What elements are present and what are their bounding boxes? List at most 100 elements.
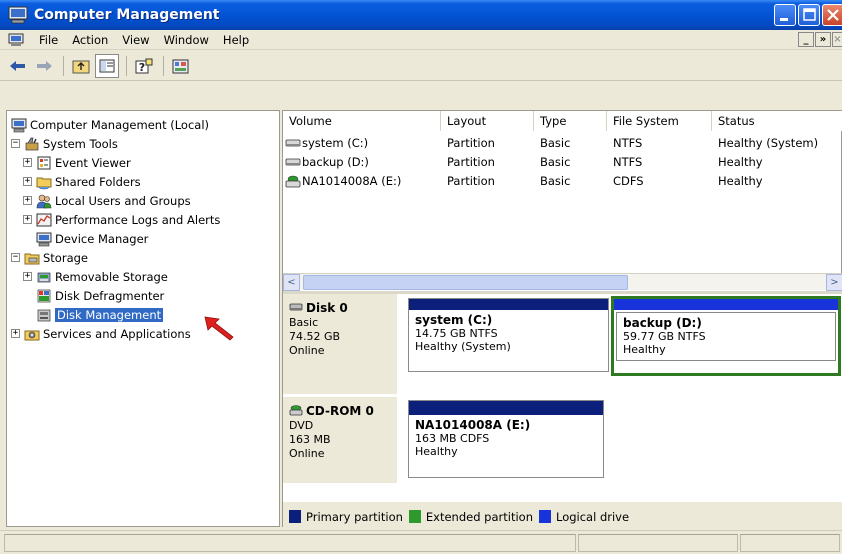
column-header-volume[interactable]: Volume [283,111,441,131]
legend-item: Primary partition [289,510,403,524]
minimize-button[interactable] [774,4,796,26]
legend-item: Logical drive [539,510,629,524]
tree-item-root[interactable]: Computer Management (Local) [11,115,209,134]
back-arrow-icon[interactable] [6,54,30,78]
maximize-button[interactable] [798,4,820,26]
close-button[interactable] [822,4,842,26]
child-minimize-button[interactable]: _ [798,32,814,47]
show-hide-tree-icon[interactable] [95,53,119,78]
menu-action[interactable]: Action [65,33,115,47]
expand-toggle[interactable]: + [23,215,32,224]
help-icon[interactable]: ? [132,54,156,78]
cd-drive-icon [289,403,303,419]
computer-icon [11,117,27,133]
collapse-toggle[interactable]: − [11,139,20,148]
scroll-right-button[interactable]: > [826,274,842,291]
volume-file-system: NTFS [613,154,643,169]
tree-item-shared-folders[interactable]: + Shared Folders [23,172,141,191]
hard-drive-icon [285,135,301,151]
column-header-status[interactable]: Status [712,111,842,131]
title-bar[interactable]: Computer Management [0,0,842,30]
volume-list-header: Volume Layout Type File System Status [283,111,842,131]
volume-layout: Partition [447,135,495,150]
volume-block-status: Healthy [415,445,458,458]
legend-swatch-extended [408,510,421,523]
defragmenter-icon [36,288,52,304]
volume-block-name: system (C:) [415,313,493,327]
tree-label: Storage [43,250,88,265]
volume-row[interactable]: system (C:) Partition Basic NTFS Healthy… [283,133,842,152]
menu-file[interactable]: File [32,33,65,47]
legend: Primary partition Extended partition Log… [283,502,842,531]
volume-block-e[interactable]: NA1014008A (E:) 163 MB CDFS Healthy [408,400,604,478]
menu-help[interactable]: Help [216,33,256,47]
volume-block-d[interactable]: backup (D:) 59.77 GB NTFS Healthy [611,296,841,376]
tree-label: Removable Storage [55,269,168,284]
storage-icon [24,250,40,266]
console-tree: Computer Management (Local) − System Too… [6,110,280,527]
services-icon [24,326,40,342]
tree-item-storage[interactable]: − Storage [11,248,88,267]
tree-item-perf-logs[interactable]: + Performance Logs and Alerts [23,210,220,229]
users-icon [36,193,52,209]
device-manager-icon [36,231,52,247]
column-header-layout[interactable]: Layout [441,111,534,131]
horizontal-scrollbar[interactable]: < > [283,273,842,291]
properties-icon[interactable] [169,54,193,78]
collapse-toggle[interactable]: − [11,253,20,262]
disk-size: 163 MB [289,433,331,446]
expand-toggle[interactable]: + [23,158,32,167]
expand-toggle[interactable]: + [23,196,32,205]
tree-item-device-manager[interactable]: Device Manager [36,229,148,248]
tree-item-event-viewer[interactable]: + Event Viewer [23,153,131,172]
expand-toggle[interactable]: + [23,177,32,186]
disk-state: Online [289,344,325,357]
disk-kind: Basic [289,316,319,329]
menu-view[interactable]: View [115,33,156,47]
volume-block-c[interactable]: system (C:) 14.75 GB NTFS Healthy (Syste… [408,298,609,372]
column-header-file-system[interactable]: File System [607,111,712,131]
disk-kind: DVD [289,419,314,432]
tree-item-services-apps[interactable]: + Services and Applications [11,324,191,343]
legend-label: Primary partition [306,509,403,524]
volume-file-system: CDFS [613,173,644,188]
status-bar-panel [740,534,840,552]
menu-window[interactable]: Window [157,33,216,47]
window-title: Computer Management [34,7,220,23]
computer-management-icon [8,6,28,24]
volume-name: backup (D:) [302,154,369,169]
up-folder-icon[interactable] [69,54,93,78]
tree-item-disk-management[interactable]: Disk Management [36,305,164,324]
tree-item-removable-storage[interactable]: + Removable Storage [23,267,168,286]
tree-label: Services and Applications [43,326,191,341]
column-header-type[interactable]: Type [534,111,607,131]
scroll-left-button[interactable]: < [283,274,300,291]
system-menu-icon[interactable] [8,33,24,47]
volume-status: Healthy [718,173,763,188]
volume-layout: Partition [447,154,495,169]
volume-type: Basic [540,173,571,188]
tree-label: Event Viewer [55,155,131,170]
tree-label: Shared Folders [55,174,141,189]
tree-label: System Tools [43,136,118,151]
expand-toggle[interactable]: + [23,272,32,281]
volume-status: Healthy [718,154,763,169]
volume-layout: Partition [447,173,495,188]
scroll-thumb[interactable] [303,275,628,290]
child-close-button[interactable]: × [832,32,842,47]
legend-label: Extended partition [425,509,533,524]
volume-row[interactable]: backup (D:) Partition Basic NTFS Healthy [283,152,842,171]
disk-state: Online [289,447,325,460]
expand-toggle[interactable]: + [11,329,20,338]
cdrom-0-label[interactable]: CD-ROM 0 DVD 163 MB Online [283,397,397,483]
tree-item-local-users[interactable]: + Local Users and Groups [23,191,191,210]
disk-management-icon [36,307,52,323]
child-restore-button[interactable]: » [815,32,831,47]
forward-arrow-icon[interactable] [32,54,56,78]
tree-item-system-tools[interactable]: − System Tools [11,134,118,153]
disk-0-label[interactable]: Disk 0 Basic 74.52 GB Online [283,294,397,394]
tree-item-disk-defrag[interactable]: Disk Defragmenter [36,286,164,305]
disk-map: Disk 0 Basic 74.52 GB Online system (C:)… [283,291,842,531]
volume-row[interactable]: NA1014008A (E:) Partition Basic CDFS Hea… [283,171,842,190]
disk-size: 74.52 GB [289,330,341,343]
